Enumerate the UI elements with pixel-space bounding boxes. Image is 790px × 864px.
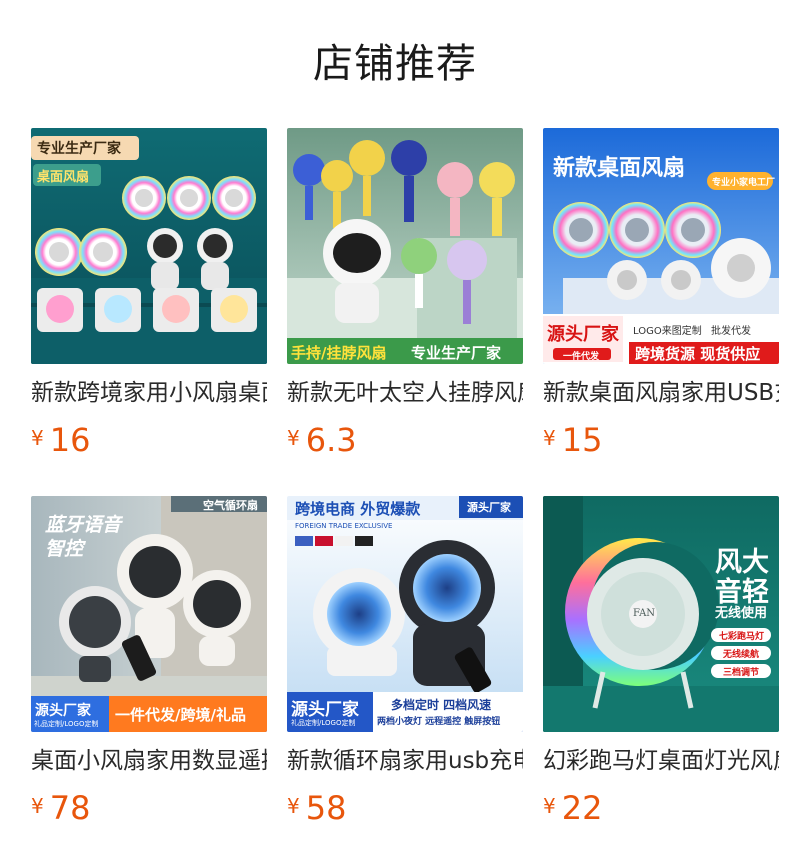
image-badge: 专业生产厂家 (37, 141, 121, 157)
fan-logo: FAN (633, 608, 656, 619)
currency-symbol: ¥ (31, 426, 44, 450)
product-name[interactable]: 桌面小风扇家用数显遥控 (31, 745, 267, 777)
image-badge: 源头厂家 (35, 703, 91, 719)
price-value: 6.3 (305, 421, 357, 459)
image-tag: 七彩跑马灯 (719, 632, 765, 642)
product-name[interactable]: 新款桌面风扇家用USB充电 (543, 377, 779, 409)
image-note: 无线使用 (715, 606, 768, 621)
image-banner: 多档定时 四档风速 (391, 698, 492, 712)
product-price: ¥15 (543, 420, 602, 460)
image-title: 智控 (45, 538, 84, 560)
image-note: 批发代发 (711, 326, 751, 337)
product-price: ¥58 (287, 788, 346, 828)
image-badge: 专业小家电工厂 (712, 178, 776, 188)
product-card[interactable]: 手持/挂脖风扇 专业生产厂家 新款无叶太空人挂脖风扇手持 ¥6.3 (287, 128, 523, 468)
product-price: ¥78 (31, 788, 90, 828)
image-banner: 一件代发/跨境/礼品 (115, 706, 246, 724)
product-name[interactable]: 新款跨境家用小风扇桌面风扇 (31, 377, 267, 409)
currency-symbol: ¥ (287, 794, 300, 818)
product-image[interactable]: 跨境电商 外贸爆款 源头厂家 FOREIGN TRADE EXCLUSIVE 源… (287, 496, 523, 732)
currency-symbol: ¥ (31, 794, 44, 818)
image-badge: 一件代发 (563, 352, 600, 362)
image-note: LOGO来图定制 (633, 326, 702, 337)
product-card[interactable]: 跨境电商 外贸爆款 源头厂家 FOREIGN TRADE EXCLUSIVE 源… (287, 496, 523, 836)
image-banner: 专业生产厂家 (411, 344, 502, 362)
image-note: 礼品定制/LOGO定制 (34, 720, 99, 728)
product-image[interactable]: 新款桌面风扇 专业小家电工厂 源头厂家 一件代发 LOGO来图定制 批发代发 跨… (543, 128, 779, 364)
currency-symbol: ¥ (543, 426, 556, 450)
product-image[interactable]: 手持/挂脖风扇 专业生产厂家 (287, 128, 523, 364)
price-value: 58 (305, 789, 347, 827)
product-image[interactable]: 专业生产厂家 桌面风扇 (31, 128, 267, 364)
image-note: 礼品定制/LOGO定制 (291, 719, 356, 727)
product-name[interactable]: 新款无叶太空人挂脖风扇手持 (287, 377, 523, 409)
image-banner: 两档小夜灯 远程遥控 触屏按钮 (377, 717, 501, 727)
currency-symbol: ¥ (287, 426, 300, 450)
product-card[interactable]: 风大 音轻 无线使用 七彩跑马灯 无线续航 三档调节 FAN 幻彩跑马灯桌面灯光… (543, 496, 779, 836)
product-image[interactable]: 空气循环扇 蓝牙语音 智控 源头厂家 礼品定制/LOGO定制 一件代发/跨境/礼… (31, 496, 267, 732)
image-badge: 源头厂家 (547, 324, 619, 345)
product-card[interactable]: 空气循环扇 蓝牙语音 智控 源头厂家 礼品定制/LOGO定制 一件代发/跨境/礼… (31, 496, 267, 836)
product-card[interactable]: 新款桌面风扇 专业小家电工厂 源头厂家 一件代发 LOGO来图定制 批发代发 跨… (543, 128, 779, 468)
product-card[interactable]: 专业生产厂家 桌面风扇 新款跨境家用小风扇桌面风扇 ¥16 (31, 128, 267, 468)
product-grid: 专业生产厂家 桌面风扇 新款跨境家用小风扇桌面风扇 ¥16 (0, 0, 790, 864)
product-price: ¥6.3 (287, 420, 357, 460)
image-note: FOREIGN TRADE EXCLUSIVE (295, 522, 393, 530)
product-price: ¥22 (543, 788, 602, 828)
image-tag: 三档调节 (723, 668, 760, 678)
price-value: 16 (49, 421, 91, 459)
image-banner: 手持/挂脖风扇 (291, 344, 387, 362)
image-title: 跨境电商 外贸爆款 (295, 500, 421, 518)
image-title: 蓝牙语音 (45, 514, 122, 536)
image-badge: 源头厂家 (467, 501, 511, 514)
image-title: 新款桌面风扇 (553, 156, 686, 181)
product-price: ¥16 (31, 420, 90, 460)
image-badge: 桌面风扇 (37, 170, 90, 185)
image-badge: 空气循环扇 (203, 499, 258, 512)
currency-symbol: ¥ (543, 794, 556, 818)
price-value: 78 (49, 789, 91, 827)
image-badge: 源头厂家 (291, 700, 359, 720)
product-name[interactable]: 幻彩跑马灯桌面灯光风扇 (543, 745, 779, 777)
price-value: 22 (561, 789, 603, 827)
product-image[interactable]: 风大 音轻 无线使用 七彩跑马灯 无线续航 三档调节 FAN (543, 496, 779, 732)
image-banner: 跨境货源 现货供应 (635, 345, 761, 363)
product-name[interactable]: 新款循环扇家用usb充电 (287, 745, 523, 777)
price-value: 15 (561, 421, 603, 459)
image-tag: 无线续航 (723, 650, 760, 660)
